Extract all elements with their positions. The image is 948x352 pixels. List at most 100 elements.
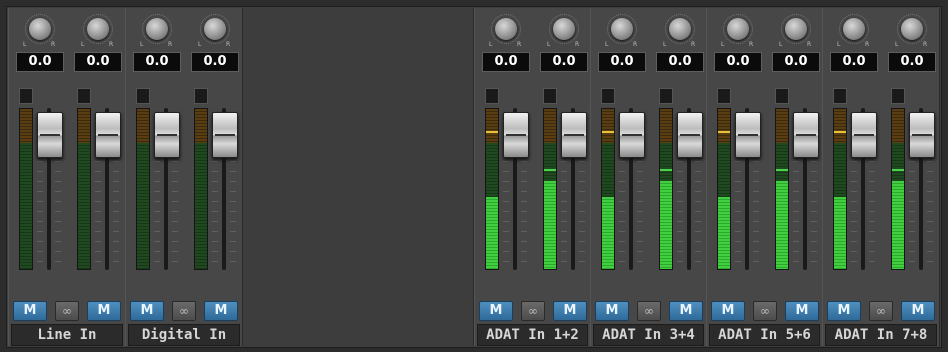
pan-knob[interactable] xyxy=(25,14,55,44)
gain-value[interactable]: 0.0 xyxy=(830,52,878,72)
knob-icon xyxy=(669,18,691,40)
volume-fader[interactable] xyxy=(793,112,819,158)
pan-right-label: R xyxy=(51,41,56,48)
pan-knob[interactable] xyxy=(665,14,695,44)
clip-indicator[interactable] xyxy=(601,88,615,104)
clip-indicator[interactable] xyxy=(543,88,557,104)
gain-value[interactable]: 0.0 xyxy=(888,52,936,72)
mute-button-left[interactable]: M xyxy=(479,301,513,321)
gain-value[interactable]: 0.0 xyxy=(133,52,181,72)
clip-indicator[interactable] xyxy=(19,88,33,104)
mute-button-right[interactable]: M xyxy=(785,301,819,321)
gain-value[interactable]: 0.0 xyxy=(656,52,704,72)
clip-indicator[interactable] xyxy=(833,88,847,104)
gain-value[interactable]: 0.0 xyxy=(714,52,762,72)
stereo-link-icon[interactable]: ∞ xyxy=(521,301,545,321)
clip-indicator[interactable] xyxy=(891,88,905,104)
pan-left-label: L xyxy=(81,41,85,48)
volume-fader[interactable] xyxy=(735,112,761,158)
peak-hold-indicator xyxy=(892,169,904,171)
mute-button-left[interactable]: M xyxy=(827,301,861,321)
pan-knob[interactable] xyxy=(83,14,113,44)
stereo-link-icon[interactable]: ∞ xyxy=(172,301,196,321)
meter-fill xyxy=(776,181,788,269)
pan-knob[interactable] xyxy=(781,14,811,44)
gain-value[interactable]: 0.0 xyxy=(598,52,646,72)
pan-left-label: L xyxy=(837,41,841,48)
mute-button-right[interactable]: M xyxy=(669,301,703,321)
peak-hold-indicator xyxy=(544,169,556,171)
mute-button-right[interactable]: M xyxy=(87,301,121,321)
pan-knob[interactable] xyxy=(839,14,869,44)
clip-indicator[interactable] xyxy=(485,88,499,104)
pan-knob[interactable] xyxy=(549,14,579,44)
volume-fader[interactable] xyxy=(909,112,935,158)
volume-fader[interactable] xyxy=(154,112,180,158)
knob-icon xyxy=(611,18,633,40)
pan-right-label: R xyxy=(517,41,522,48)
mute-button-right[interactable]: M xyxy=(553,301,587,321)
pan-right-label: R xyxy=(575,41,580,48)
level-meter xyxy=(833,108,847,270)
level-meter xyxy=(77,108,91,270)
level-meter xyxy=(775,108,789,270)
volume-fader[interactable] xyxy=(561,112,587,158)
channel-digital-in-left: L R 0.0 xyxy=(128,8,186,298)
clip-indicator[interactable] xyxy=(194,88,208,104)
knob-icon xyxy=(495,18,517,40)
clip-indicator[interactable] xyxy=(659,88,673,104)
knob-icon xyxy=(204,18,226,40)
stereo-link-icon[interactable]: ∞ xyxy=(55,301,79,321)
stereo-link-icon[interactable]: ∞ xyxy=(753,301,777,321)
volume-fader[interactable] xyxy=(619,112,645,158)
volume-fader[interactable] xyxy=(851,112,877,158)
strip-group-adat-7-8: L R 0.0 L R 0.0 M ∞ M ADAT In 7+8 xyxy=(822,8,940,346)
clip-indicator[interactable] xyxy=(77,88,91,104)
channel-name-label: ADAT In 5+6 xyxy=(709,324,820,346)
pan-right-label: R xyxy=(168,41,173,48)
clip-indicator[interactable] xyxy=(775,88,789,104)
mute-button-right[interactable]: M xyxy=(204,301,238,321)
pan-knob[interactable] xyxy=(200,14,230,44)
meter-fill xyxy=(834,197,846,269)
gain-value[interactable]: 0.0 xyxy=(540,52,588,72)
stereo-link-icon[interactable]: ∞ xyxy=(637,301,661,321)
mute-button-left[interactable]: M xyxy=(711,301,745,321)
volume-fader[interactable] xyxy=(37,112,63,158)
mute-button-left[interactable]: M xyxy=(130,301,164,321)
pan-knob[interactable] xyxy=(897,14,927,44)
mute-button-left[interactable]: M xyxy=(595,301,629,321)
level-meter xyxy=(194,108,208,270)
volume-fader[interactable] xyxy=(95,112,121,158)
strip-group-adat-1-2: L R 0.0 L R 0.0 M ∞ M ADAT In 1+2 xyxy=(474,8,591,346)
knob-icon xyxy=(553,18,575,40)
pan-knob[interactable] xyxy=(142,14,172,44)
volume-fader[interactable] xyxy=(677,112,703,158)
volume-fader[interactable] xyxy=(503,112,529,158)
gain-value[interactable]: 0.0 xyxy=(772,52,820,72)
pan-knob[interactable] xyxy=(723,14,753,44)
pan-knob[interactable] xyxy=(491,14,521,44)
volume-fader[interactable] xyxy=(212,112,238,158)
knob-icon xyxy=(29,18,51,40)
pan-knob[interactable] xyxy=(607,14,637,44)
mute-button-left[interactable]: M xyxy=(13,301,47,321)
channel-adat-8: L R 0.0 xyxy=(883,8,941,298)
channel-name-label: ADAT In 3+4 xyxy=(593,324,704,346)
clip-indicator[interactable] xyxy=(136,88,150,104)
clip-indicator[interactable] xyxy=(717,88,731,104)
knob-icon xyxy=(727,18,749,40)
channel-adat-1: L R 0.0 xyxy=(477,8,535,298)
mute-button-right[interactable]: M xyxy=(901,301,935,321)
level-meter xyxy=(485,108,499,270)
gain-value[interactable]: 0.0 xyxy=(482,52,530,72)
pan-left-label: L xyxy=(895,41,899,48)
pan-right-label: R xyxy=(109,41,114,48)
channel-adat-7: L R 0.0 xyxy=(825,8,883,298)
gain-value[interactable]: 0.0 xyxy=(191,52,239,72)
gain-value[interactable]: 0.0 xyxy=(74,52,122,72)
gain-value[interactable]: 0.0 xyxy=(16,52,64,72)
stereo-link-icon[interactable]: ∞ xyxy=(869,301,893,321)
pan-right-label: R xyxy=(923,41,928,48)
peak-hold-indicator xyxy=(660,169,672,171)
